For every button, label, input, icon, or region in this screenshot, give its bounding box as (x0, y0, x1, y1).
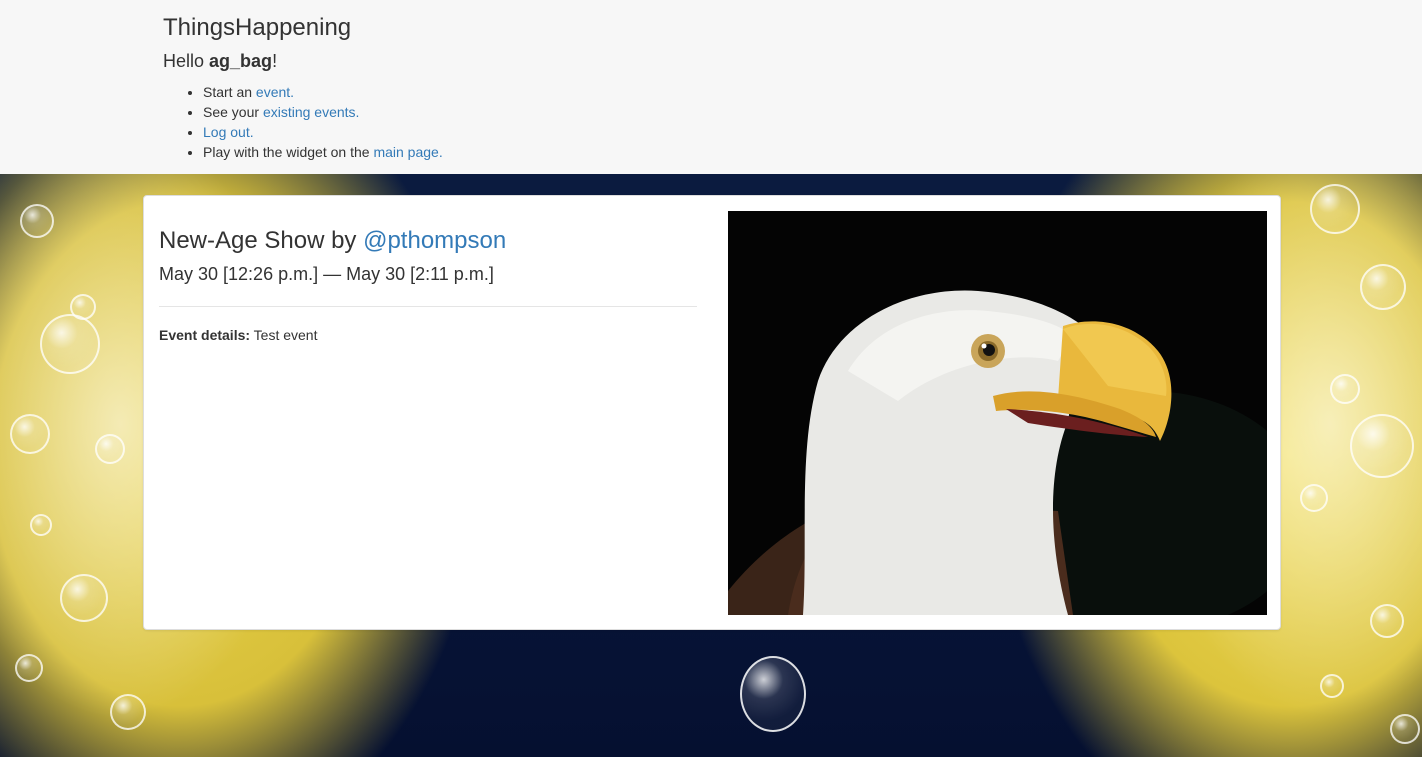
bubble (60, 574, 108, 622)
host-profile-link[interactable]: @pthompson (363, 227, 506, 254)
bubble (740, 656, 806, 732)
bubble (1390, 714, 1420, 744)
bubble (1350, 414, 1414, 478)
event-details: Event details: Test event (159, 327, 317, 343)
nav-list: Start an event. See your existing events… (203, 82, 443, 162)
bubble (1310, 184, 1360, 234)
bubble (1300, 484, 1328, 512)
bubble (40, 314, 100, 374)
bubble (1320, 674, 1344, 698)
event-details-value: Test event (250, 327, 318, 343)
nav-item-text: See your (203, 104, 263, 120)
event-title-text: New-Age Show by (159, 227, 364, 254)
event-photo (728, 211, 1267, 615)
event-card: New-Age Show by @pthompson May 30 [12:26… (143, 195, 1281, 630)
main-page-link[interactable]: main page. (373, 144, 442, 160)
eagle-image (728, 211, 1267, 615)
bubble (20, 204, 54, 238)
nav-item-text: Start an (203, 84, 256, 100)
event-time-range: May 30 [12:26 p.m.] — May 30 [2:11 p.m.] (159, 264, 494, 284)
divider (159, 306, 697, 307)
log-out-link[interactable]: Log out. (203, 124, 254, 140)
bubble (95, 434, 125, 464)
event-details-label: Event details: (159, 327, 251, 343)
existing-events-link[interactable]: existing events. (263, 104, 360, 120)
bubble (1370, 604, 1404, 638)
nav-item-start-event: Start an event. (203, 82, 443, 102)
bubble (10, 414, 50, 454)
bubble (15, 654, 43, 682)
nav-item-existing-events: See your existing events. (203, 102, 443, 122)
greeting-suffix: ! (272, 51, 278, 71)
nav-item-log-out: Log out. (203, 122, 443, 142)
start-event-link[interactable]: event. (256, 84, 294, 100)
nav-item-text: Play with the widget on the (203, 144, 374, 160)
event-title: New-Age Show by @pthompson (159, 227, 506, 255)
nav-item-main-page: Play with the widget on the main page. (203, 142, 443, 162)
site-title: ThingsHappening (163, 14, 352, 41)
site-header: ThingsHappening Hello ag_bag! Start an e… (0, 0, 1422, 174)
bubble (110, 694, 146, 730)
username: ag_bag (209, 51, 273, 71)
greeting-prefix: Hello (163, 51, 210, 71)
bubble (30, 514, 52, 536)
greeting: Hello ag_bag! (163, 51, 277, 72)
bubble (1330, 374, 1360, 404)
bubble (1360, 264, 1406, 310)
